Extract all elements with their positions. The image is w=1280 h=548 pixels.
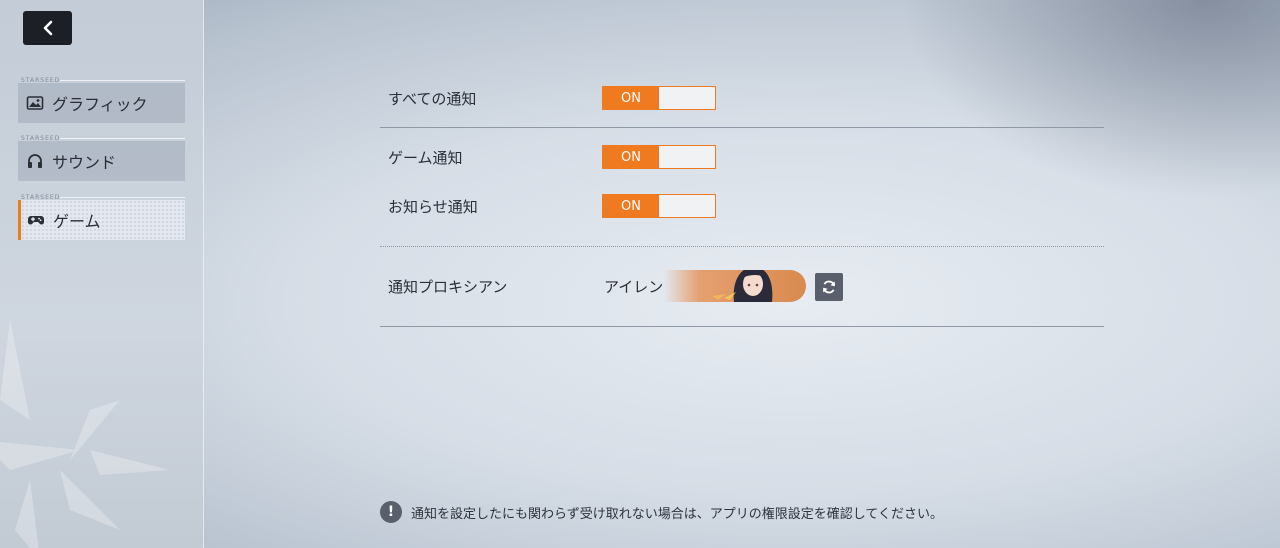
- dotted-divider: [380, 246, 1104, 247]
- background-haze: [900, 0, 1280, 200]
- setting-row-game-notifications: ゲーム通知 ON: [388, 144, 716, 170]
- toggle-off-area: [659, 195, 715, 217]
- emblem-watermark: [0, 320, 170, 548]
- setting-label: ゲーム通知: [388, 148, 463, 167]
- divider: [60, 80, 185, 81]
- news-notifications-toggle[interactable]: ON: [602, 194, 716, 218]
- sidebar: STARSEED グラフィック STARSEED サウンド STARSEED ゲ…: [0, 0, 204, 548]
- toggle-on-label: ON: [603, 87, 659, 109]
- divider: [60, 197, 185, 198]
- sidebar-item-game[interactable]: ゲーム: [18, 200, 185, 240]
- setting-label: お知らせ通知: [388, 197, 478, 216]
- toggle-on-label: ON: [603, 146, 659, 168]
- proxy-value: アイレン: [604, 278, 664, 296]
- game-notifications-toggle[interactable]: ON: [602, 145, 716, 169]
- toggle-on-label: ON: [603, 195, 659, 217]
- gamepad-icon: [27, 211, 45, 229]
- all-notifications-toggle[interactable]: ON: [602, 86, 716, 110]
- headphones-icon: [26, 152, 44, 170]
- notice-text: 通知を設定したにも関わらず受け取れない場合は、アプリの権限設定を確認してください…: [411, 506, 943, 522]
- divider: [380, 326, 1104, 327]
- notice: ! 通知を設定したにも関わらず受け取れない場合は、アプリの権限設定を確認してくだ…: [380, 500, 943, 524]
- refresh-proxy-button[interactable]: [815, 273, 843, 301]
- chevron-left-icon: [43, 20, 52, 36]
- character-avatar: [712, 270, 773, 302]
- sidebar-item-label: グラフィック: [52, 95, 148, 114]
- exclamation-icon: !: [380, 501, 402, 523]
- setting-row-news-notifications: お知らせ通知 ON: [388, 193, 716, 219]
- image-icon: [26, 94, 44, 112]
- proxy-character-portrait[interactable]: [664, 270, 806, 302]
- setting-label: すべての通知: [388, 89, 477, 108]
- sidebar-item-label: ゲーム: [53, 212, 101, 231]
- refresh-icon: [823, 280, 835, 294]
- sidebar-item-sound[interactable]: サウンド: [18, 141, 185, 181]
- toggle-off-area: [659, 146, 715, 168]
- sidebar-item-label: サウンド: [52, 153, 117, 172]
- back-button[interactable]: [23, 11, 72, 45]
- setting-row-proxy: 通知プロキシアン: [388, 273, 602, 299]
- divider: [60, 138, 185, 139]
- setting-label: 通知プロキシアン: [388, 277, 508, 296]
- divider: [380, 127, 1104, 128]
- setting-row-all-notifications: すべての通知 ON: [388, 85, 716, 111]
- toggle-off-area: [659, 87, 715, 109]
- sidebar-item-graphics[interactable]: グラフィック: [18, 83, 185, 123]
